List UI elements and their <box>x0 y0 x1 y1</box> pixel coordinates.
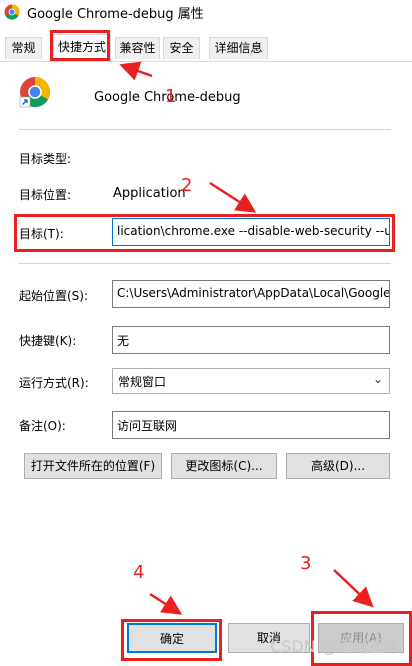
comment-label: 备注(O): <box>19 419 66 433</box>
chevron-down-icon: ⌄ <box>372 372 383 386</box>
tab-details[interactable]: 详细信息 <box>209 37 268 59</box>
run-label: 运行方式(R): <box>19 376 89 390</box>
target-location-label: 目标位置: <box>19 188 72 202</box>
divider <box>19 263 391 264</box>
tab-security[interactable]: 安全 <box>163 37 200 59</box>
run-select-value: 常规窗口 <box>118 375 167 389</box>
chrome-icon <box>4 4 20 20</box>
title-bar: Google Chrome-debug 属性 <box>0 0 412 32</box>
tab-shortcut[interactable]: 快捷方式 <box>53 34 111 62</box>
hotkey-input[interactable]: 无 <box>112 326 390 354</box>
annotation-number-4: 4 <box>133 562 145 583</box>
tab-compatibility[interactable]: 兼容性 <box>115 37 160 59</box>
comment-input[interactable]: 访问互联网 <box>112 411 390 439</box>
target-type-label: 目标类型: <box>19 152 72 166</box>
annotation-number-3: 3 <box>300 553 312 574</box>
target-location-value: Application <box>113 186 186 201</box>
change-icon-button[interactable]: 更改图标(C)... <box>171 453 277 479</box>
start-in-input[interactable]: C:\Users\Administrator\AppData\Local\Goo… <box>112 280 390 308</box>
target-input[interactable]: lication\chrome.exe --disable-web-securi… <box>112 218 390 246</box>
advanced-button[interactable]: 高级(D)... <box>286 453 390 479</box>
chrome-app-icon <box>19 77 51 108</box>
hotkey-label: 快捷键(K): <box>19 334 77 348</box>
window-title: Google Chrome-debug 属性 <box>27 7 204 22</box>
annotation-number-2: 2 <box>181 175 193 196</box>
annotation-number-1: 1 <box>165 86 177 107</box>
ok-button[interactable]: 确定 <box>127 623 217 653</box>
watermark: CSDN @时光重来 <box>270 637 401 656</box>
run-select[interactable]: 常规窗口 ⌄ <box>112 368 390 394</box>
open-file-location-button[interactable]: 打开文件所在的位置(F) <box>24 453 162 479</box>
tab-general[interactable]: 常规 <box>5 37 42 59</box>
target-label: 目标(T): <box>19 227 64 241</box>
divider <box>19 129 391 130</box>
start-in-label: 起始位置(S): <box>19 289 89 303</box>
